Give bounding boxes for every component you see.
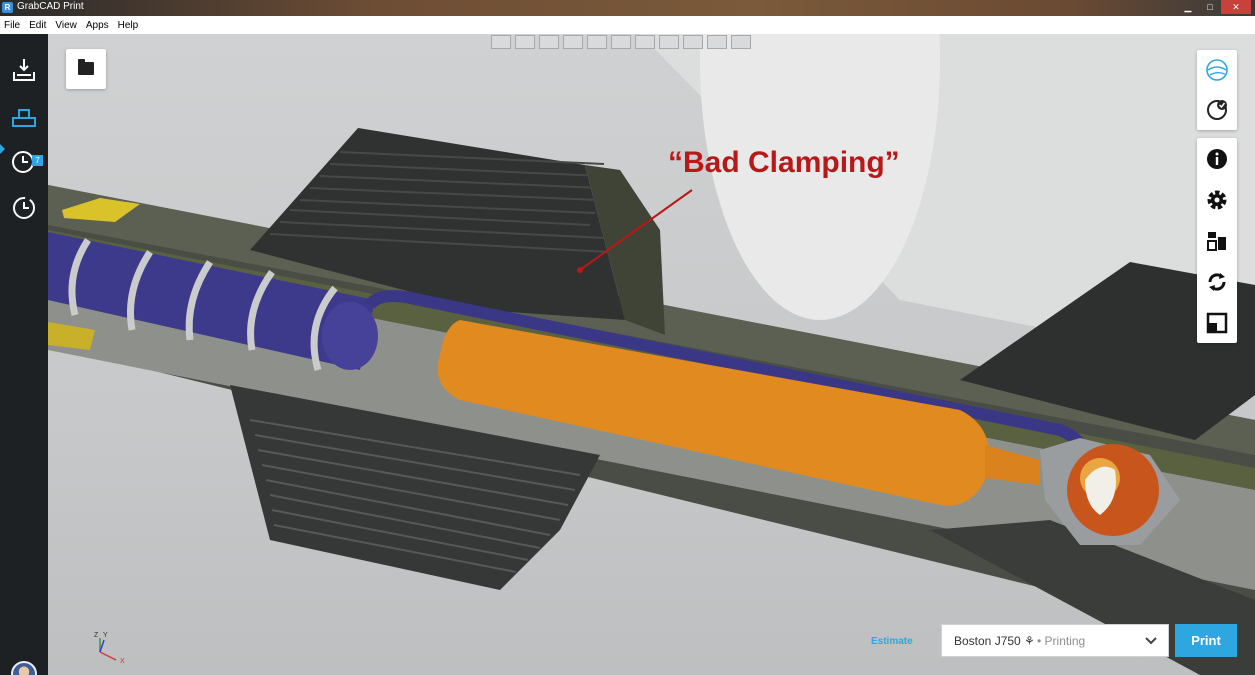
minimize-button[interactable]: ▁ xyxy=(1177,0,1199,14)
view-people-2-button[interactable] xyxy=(707,35,727,49)
print-button[interactable]: Print xyxy=(1175,624,1237,657)
tray-import-icon[interactable] xyxy=(10,56,38,84)
queue-count-badge: 7 xyxy=(32,155,43,166)
window-controls: ▁ □ ✕ xyxy=(1177,0,1251,14)
right-top-panel xyxy=(1197,50,1237,130)
model-workspace-icon[interactable] xyxy=(10,102,38,130)
view-fit-button[interactable] xyxy=(659,35,679,49)
rotate-icon[interactable] xyxy=(1205,270,1229,294)
view-people-3-button[interactable] xyxy=(731,35,751,49)
active-indicator xyxy=(0,144,5,154)
clock-check-icon[interactable] xyxy=(1205,98,1229,122)
globe-view-icon[interactable] xyxy=(1205,58,1229,82)
gear-icon[interactable] xyxy=(1205,188,1229,212)
chevron-down-icon xyxy=(1144,633,1158,647)
view-people-1-button[interactable] xyxy=(683,35,703,49)
open-file-button[interactable] xyxy=(66,49,106,89)
printer-name: Boston J750 ⚘ xyxy=(954,634,1035,648)
view-iso-button[interactable] xyxy=(635,35,655,49)
menu-view[interactable]: View xyxy=(55,20,77,31)
info-icon[interactable] xyxy=(1205,147,1229,171)
printer-status: • Printing xyxy=(1037,634,1086,648)
maximize-button[interactable]: □ xyxy=(1199,0,1221,14)
right-tools-panel xyxy=(1197,138,1237,343)
view-preset-buttons xyxy=(491,35,751,49)
view-back-button[interactable] xyxy=(515,35,535,49)
annotation-text: “Bad Clamping” xyxy=(668,146,900,179)
history-icon[interactable] xyxy=(10,194,38,222)
estimate-link[interactable]: Estimate xyxy=(871,636,913,647)
menu-apps[interactable]: Apps xyxy=(86,20,109,31)
axis-y-label: Y xyxy=(103,632,108,639)
view-bottom-button[interactable] xyxy=(611,35,631,49)
scale-icon[interactable] xyxy=(1205,311,1229,335)
axis-z-label: Z xyxy=(94,632,99,639)
app-logo-icon: R xyxy=(2,2,13,13)
close-button[interactable]: ✕ xyxy=(1221,0,1251,14)
menu-file[interactable]: File xyxy=(4,20,20,31)
view-right-button[interactable] xyxy=(563,35,583,49)
menu-bar: File Edit View Apps Help xyxy=(0,16,1255,34)
view-top-button[interactable] xyxy=(587,35,607,49)
model-scene xyxy=(48,34,1255,675)
axis-indicator: Z Y X xyxy=(90,632,130,668)
axis-x-label: X xyxy=(120,658,125,665)
left-sidebar: 7 xyxy=(0,34,48,675)
view-left-button[interactable] xyxy=(539,35,559,49)
menu-help[interactable]: Help xyxy=(118,20,139,31)
arrange-icon[interactable] xyxy=(1205,229,1229,253)
user-avatar[interactable] xyxy=(11,661,37,675)
window-titlebar: R GrabCAD Print ▁ □ ✕ xyxy=(0,0,1255,16)
3d-viewport[interactable] xyxy=(48,34,1255,675)
menu-edit[interactable]: Edit xyxy=(29,20,46,31)
window-title: GrabCAD Print xyxy=(17,1,84,12)
printer-select[interactable]: Boston J750 ⚘ • Printing xyxy=(941,624,1169,657)
folder-icon xyxy=(78,59,94,75)
view-front-button[interactable] xyxy=(491,35,511,49)
